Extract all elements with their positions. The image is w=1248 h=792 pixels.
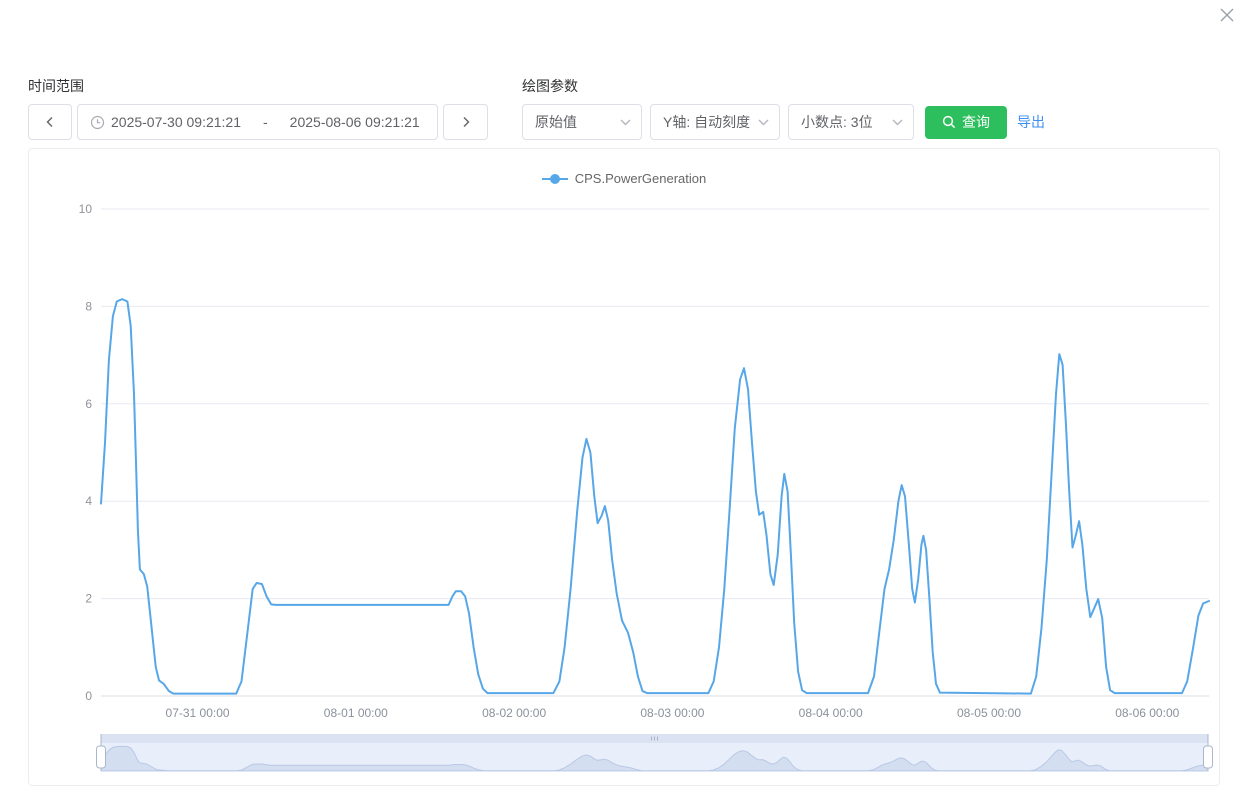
y-axis-label: 0 — [85, 689, 92, 703]
y-axis-label: 2 — [85, 592, 92, 606]
close-icon — [1220, 8, 1234, 22]
y-axis-label: 4 — [85, 494, 92, 508]
x-axis-label: 08-05 00:00 — [957, 706, 1021, 720]
next-period-button[interactable] — [443, 104, 488, 140]
x-axis-label: 08-02 00:00 — [482, 706, 546, 720]
y-axis-scale-select[interactable]: Y轴: 自动刻度 — [650, 104, 780, 140]
date-start-value[interactable]: 2025-07-30 09:21:21 — [111, 114, 241, 130]
date-range-input[interactable]: 2025-07-30 09:21:21 - 2025-08-06 09:21:2… — [77, 104, 438, 140]
series-line — [101, 299, 1209, 693]
date-end-value[interactable]: 2025-08-06 09:21:21 — [290, 114, 420, 130]
clock-icon — [90, 115, 105, 130]
close-button[interactable] — [1217, 5, 1237, 25]
value-mode-select[interactable]: 原始值 — [522, 104, 642, 140]
chevron-down-icon — [892, 119, 903, 126]
chevron-left-icon — [44, 116, 56, 128]
plot-params-label: 绘图参数 — [522, 78, 1045, 94]
y-axis-label: 10 — [79, 202, 93, 216]
chevron-down-icon — [620, 119, 631, 126]
datazoom-handle-right[interactable] — [1204, 746, 1213, 768]
chevron-down-icon — [758, 119, 769, 126]
value-mode-value: 原始值 — [535, 112, 577, 132]
datazoom-handle-left[interactable] — [97, 746, 106, 768]
x-axis-label: 07-31 00:00 — [166, 706, 230, 720]
date-separator: - — [263, 114, 268, 130]
decimal-places-select[interactable]: 小数点: 3位 — [788, 104, 914, 140]
y-axis-label: 8 — [85, 299, 92, 313]
chevron-right-icon — [460, 116, 472, 128]
decimal-places-value: 小数点: 3位 — [801, 112, 873, 132]
query-button-label: 查询 — [962, 112, 990, 132]
search-icon — [942, 115, 956, 129]
time-range-group: 时间范围 2025-07-30 09:21:21 - 2025-08-06 09… — [28, 78, 488, 140]
plot-params-group: 绘图参数 原始值 Y轴: 自动刻度 小数点: 3位 — [522, 78, 1045, 140]
prev-period-button[interactable] — [28, 104, 72, 140]
query-button[interactable]: 查询 — [925, 106, 1007, 139]
y-axis-label: 6 — [85, 397, 92, 411]
x-axis-label: 08-06 00:00 — [1115, 706, 1179, 720]
x-axis-label: 08-04 00:00 — [799, 706, 863, 720]
toolbar: 时间范围 2025-07-30 09:21:21 - 2025-08-06 09… — [28, 78, 1045, 140]
time-range-label: 时间范围 — [28, 78, 488, 94]
x-axis-label: 08-03 00:00 — [640, 706, 704, 720]
chart-panel: CPS.PowerGeneration 024681007-31 00:0008… — [28, 148, 1220, 786]
x-axis-label: 08-01 00:00 — [324, 706, 388, 720]
export-link[interactable]: 导出 — [1017, 112, 1045, 132]
y-axis-scale-value: Y轴: 自动刻度 — [663, 112, 750, 132]
line-chart: 0 2 4 6 8 10 07-31 00:00 08-01 00:00 08-02 00:00… — [29, 149, 1219, 785]
